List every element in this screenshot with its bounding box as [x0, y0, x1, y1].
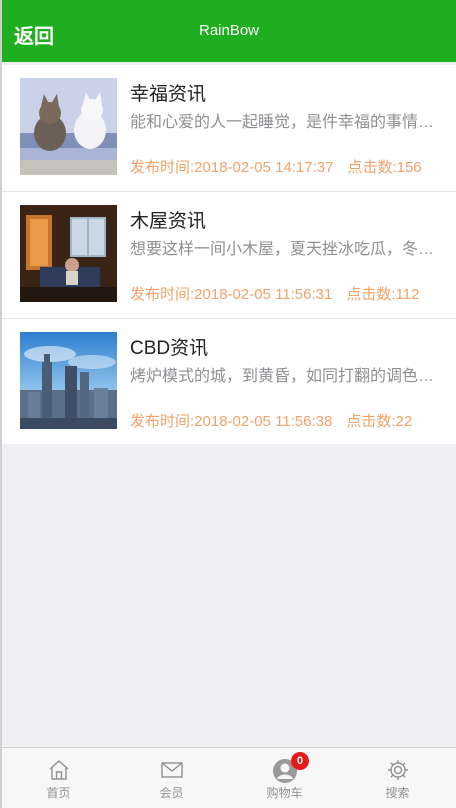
- home-icon: [47, 758, 71, 787]
- news-title: 幸福资讯: [130, 84, 207, 105]
- page-title: RainBow: [198, 22, 260, 39]
- tab-cart-label: 购物车: [266, 786, 303, 800]
- news-time: 发布时间:2018-02-05 11:56:31: [130, 286, 333, 303]
- tab-search[interactable]: 搜索: [341, 748, 454, 808]
- news-meta: 发布时间:2018-02-05 11:56:31 点击数:112: [130, 283, 419, 304]
- news-title: 木屋资讯: [130, 211, 207, 232]
- news-thumbnail-city: [20, 332, 117, 429]
- news-desc: 烤炉模式的城，到黄昏，如同打翻的调色盘一般。: [130, 368, 440, 385]
- bottom-tab-bar: 首页 会员 0 购物车 搜索: [2, 747, 456, 808]
- news-clicks: 点击数:112: [346, 286, 420, 303]
- news-clicks: 点击数:22: [346, 413, 413, 430]
- gear-icon: [386, 758, 410, 787]
- news-title: CBD资讯: [130, 338, 209, 359]
- news-meta: 发布时间:2018-02-05 14:17:37 点击数:156: [130, 156, 422, 177]
- news-clicks: 点击数:156: [347, 159, 422, 176]
- tab-member[interactable]: 会员: [115, 748, 228, 808]
- news-time: 发布时间:2018-02-05 14:17:37: [130, 159, 334, 176]
- tab-home[interactable]: 首页: [2, 748, 115, 808]
- app-header: 返回 RainBow: [2, 0, 456, 62]
- mail-icon: [160, 758, 184, 787]
- news-thumbnail-cats: [20, 78, 117, 175]
- tab-home-label: 首页: [46, 786, 71, 800]
- tab-search-label: 搜索: [385, 786, 410, 800]
- cart-badge: 0: [291, 752, 309, 770]
- news-desc: 能和心爱的人一起睡觉，是件幸福的事情；可是打呼噜怎么办？: [130, 114, 440, 131]
- news-thumbnail-cabin: [20, 205, 117, 302]
- news-desc: 想要这样一间小木屋，夏天挫冰吃瓜，冬天围炉取暖。: [130, 241, 440, 258]
- tab-member-label: 会员: [159, 786, 184, 800]
- news-time: 发布时间:2018-02-05 11:56:38: [130, 413, 333, 430]
- news-item[interactable]: 幸福资讯 能和心爱的人一起睡觉，是件幸福的事情；可是打呼噜怎么办？ 发布时间:2…: [2, 65, 456, 192]
- news-item[interactable]: 木屋资讯 想要这样一间小木屋，夏天挫冰吃瓜，冬天围炉取暖。 发布时间:2018-…: [2, 192, 456, 319]
- news-list: 幸福资讯 能和心爱的人一起睡觉，是件幸福的事情；可是打呼噜怎么办？ 发布时间:2…: [2, 65, 456, 444]
- news-meta: 发布时间:2018-02-05 11:56:38 点击数:22: [130, 410, 412, 431]
- tab-cart[interactable]: 0 购物车: [228, 748, 341, 808]
- news-item[interactable]: CBD资讯 烤炉模式的城，到黄昏，如同打翻的调色盘一般。 发布时间:2018-0…: [2, 319, 456, 444]
